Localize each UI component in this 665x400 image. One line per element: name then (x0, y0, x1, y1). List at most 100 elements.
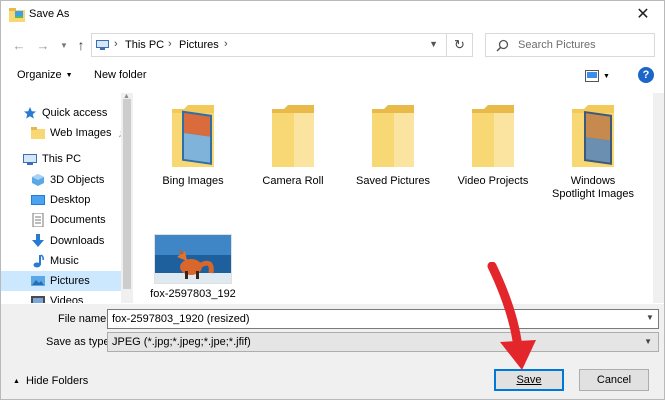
dialog-footer: ▲ Hide Folders Save Cancel (1, 360, 664, 399)
window-title: Save As (29, 8, 70, 20)
image-file-fox[interactable]: fox-2597803_192 (148, 234, 238, 301)
new-folder-button[interactable]: New folder (94, 69, 147, 81)
save-as-app-icon (9, 8, 25, 22)
refresh-button[interactable]: ↻ (447, 33, 473, 57)
recent-locations-button[interactable]: ▼ (56, 37, 72, 53)
folder-bing-images[interactable]: Bing Images (148, 103, 238, 188)
organize-label: Organize (17, 69, 62, 81)
sidebar-item-label: 3D Objects (50, 174, 105, 186)
save-as-dialog: Save As ✕ ← → ▼ ↑ › This PC › Pictures ›… (0, 0, 665, 400)
close-button[interactable]: ✕ (628, 3, 658, 25)
chevron-down-icon: ▼ (60, 40, 68, 50)
save-button[interactable]: Save (494, 369, 564, 391)
sidebar-item-quick-access[interactable]: Quick access (23, 103, 133, 123)
cube-icon (32, 174, 44, 186)
sidebar-item-label: This PC (42, 153, 82, 165)
sidebar-item-label: Pictures (50, 275, 90, 287)
download-icon (32, 234, 44, 247)
arrow-up-icon: ↑ (77, 37, 85, 53)
computer-icon (23, 154, 37, 165)
help-button[interactable]: ? (638, 67, 654, 83)
chevron-down-icon: ▼ (65, 71, 73, 79)
sidebar-item-this-pc[interactable]: This PC (23, 149, 133, 169)
file-label: Saved Pictures (356, 175, 430, 187)
refresh-icon: ↻ (454, 37, 465, 52)
folder-saved-pictures[interactable]: Saved Pictures (348, 103, 438, 188)
save-label: Save (516, 374, 542, 386)
sidebar-item-desktop[interactable]: Desktop (31, 190, 133, 210)
videos-icon (31, 296, 45, 303)
breadcrumb-pictures[interactable]: Pictures (179, 39, 219, 51)
folder-icon (172, 105, 214, 167)
breadcrumb-this-pc[interactable]: This PC (125, 39, 164, 51)
sidebar-item-videos[interactable]: Videos (31, 291, 133, 303)
image-thumbnail (154, 234, 232, 284)
sidebar-item-label: Desktop (50, 194, 91, 206)
back-button[interactable]: ← (11, 37, 27, 53)
scrollbar-thumb[interactable] (123, 99, 131, 289)
file-label: Windows Spotlight Images (552, 175, 634, 200)
arrow-right-icon: → (36, 37, 50, 53)
filename-label: File name: (58, 313, 110, 325)
organize-button[interactable]: Organize ▼ (17, 69, 73, 81)
search-placeholder: Search Pictures (518, 39, 596, 51)
sidebar-item-web-images[interactable]: Web Images 📌︎ (31, 123, 133, 143)
sidebar-item-label: Music (50, 255, 79, 267)
sidebar-item-pictures[interactable]: Pictures (1, 271, 121, 291)
sidebar-item-label: Documents (50, 214, 106, 226)
up-button[interactable]: ↑ (73, 37, 89, 53)
search-icon (496, 39, 509, 52)
file-label: fox-2597803_192 (150, 288, 236, 300)
command-bar: Organize ▼ New folder ▼ ? (1, 63, 664, 89)
navigation-pane: Quick access Web Images 📌︎ This PC 3D Ob… (1, 93, 133, 303)
sidebar-item-documents[interactable]: Documents (31, 210, 133, 230)
save-form: File name: ▼ Save as type: JPEG (*.jpg;*… (1, 304, 664, 360)
star-icon (24, 107, 36, 119)
folder-icon (372, 105, 414, 167)
change-view-button[interactable]: ▼ (585, 68, 613, 84)
fox-image-icon (155, 235, 231, 283)
folder-icon (31, 127, 45, 139)
forward-button[interactable]: → (35, 37, 51, 53)
breadcrumb-separator-icon: › (168, 38, 172, 50)
breadcrumb-separator-icon: › (224, 38, 228, 50)
file-label: Camera Roll (262, 175, 324, 187)
sidebar-item-label: Downloads (50, 235, 105, 247)
file-list: Bing Images Camera Roll Saved Pictures V… (135, 93, 655, 303)
chevron-down-icon: ▼ (644, 337, 652, 346)
chevron-up-icon: ▲ (13, 377, 20, 385)
search-input[interactable]: Search Pictures (485, 33, 655, 57)
file-label: Video Projects (457, 175, 529, 187)
filename-field[interactable] (107, 309, 659, 329)
folder-icon (472, 105, 514, 167)
cancel-button[interactable]: Cancel (579, 369, 649, 391)
save-as-type-label: Save as type: (46, 336, 113, 348)
sidebar-item-label: Quick access (42, 107, 108, 119)
pictures-icon (31, 276, 45, 286)
breadcrumb-separator-icon: › (114, 38, 118, 50)
sidebar-item-label: Videos (50, 295, 84, 303)
chevron-down-icon: ▼ (603, 72, 610, 80)
sidebar-item-3d-objects[interactable]: 3D Objects (31, 170, 133, 190)
desktop-icon (31, 195, 45, 205)
close-icon: ✕ (636, 6, 650, 23)
sidebar-item-downloads[interactable]: Downloads (31, 231, 133, 251)
hide-folders-label: Hide Folders (25, 375, 89, 387)
documents-icon (32, 213, 44, 227)
folder-windows-spotlight-images[interactable]: Windows Spotlight Images (548, 103, 638, 201)
save-as-type-value: JPEG (*.jpg;*.jpeg;*.jpe;*.jfif) (112, 336, 251, 348)
file-label: Bing Images (162, 175, 224, 187)
folder-video-projects[interactable]: Video Projects (448, 103, 538, 188)
address-dropdown-icon[interactable]: ▼ (429, 39, 438, 49)
computer-icon (96, 40, 109, 50)
folder-icon (272, 105, 314, 167)
save-as-type-select[interactable]: JPEG (*.jpg;*.jpeg;*.jpe;*.jfif) ▼ (107, 332, 659, 352)
hide-folders-button[interactable]: ▲ Hide Folders (13, 375, 88, 387)
folder-icon (572, 105, 614, 167)
chevron-down-icon[interactable]: ▼ (646, 313, 654, 322)
address-bar[interactable]: › This PC › Pictures › ▼ (91, 33, 447, 57)
navigation-pane-scrollbar[interactable]: ▲ (121, 93, 133, 303)
file-list-scrollbar[interactable] (653, 93, 664, 303)
sidebar-item-music[interactable]: Music (31, 251, 133, 271)
folder-camera-roll[interactable]: Camera Roll (248, 103, 338, 188)
